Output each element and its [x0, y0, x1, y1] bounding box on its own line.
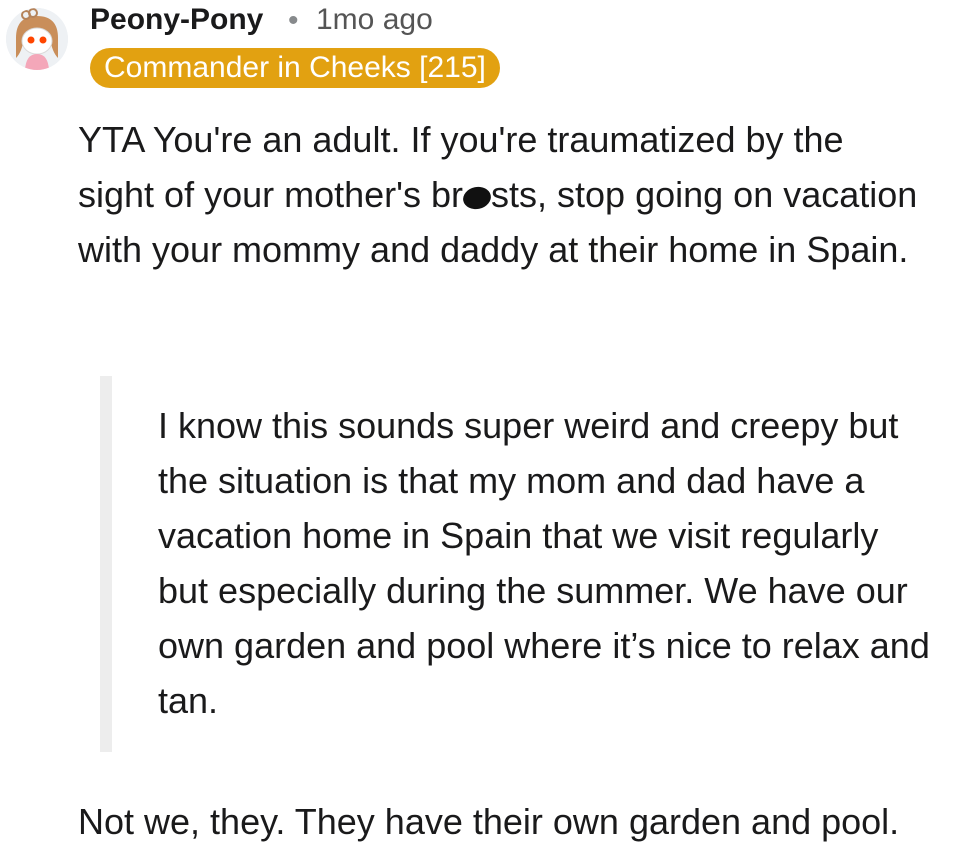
comment-timestamp[interactable]: 1mo ago [316, 3, 433, 37]
blockquote-bar [100, 376, 112, 752]
redaction-mark [461, 184, 494, 212]
user-flair: Commander in Cheeks [215] [90, 48, 500, 88]
blockquote-text: I know this sounds super weird and creep… [158, 405, 930, 721]
snoo-avatar-icon [6, 8, 68, 70]
meta-separator: • [288, 4, 299, 37]
username[interactable]: Peony-Pony [90, 3, 263, 37]
comment-body: YTA You're an adult. If you're traumatiz… [78, 112, 928, 277]
reply-text: Not we, they. They have their own garden… [78, 801, 900, 842]
user-avatar[interactable] [6, 8, 68, 70]
